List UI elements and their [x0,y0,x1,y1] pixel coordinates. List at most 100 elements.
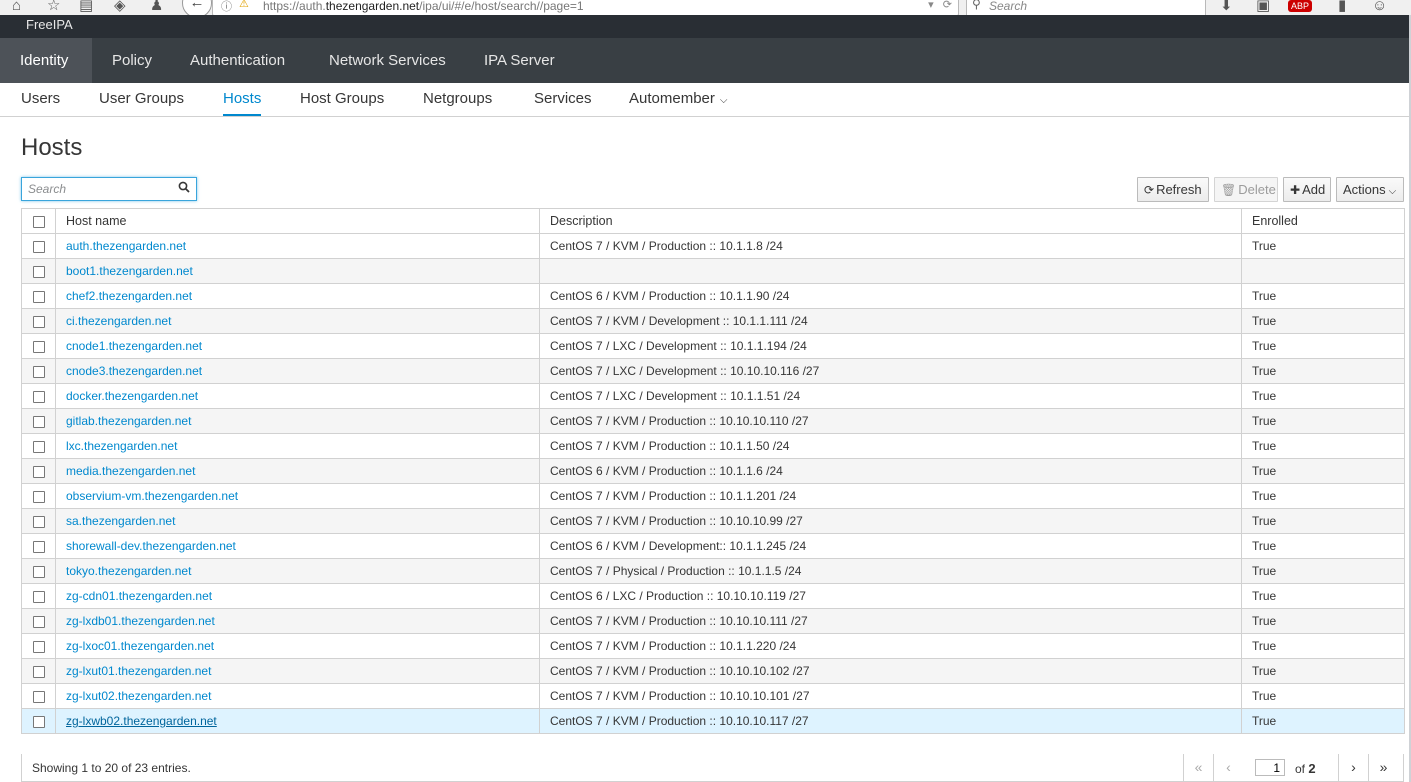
back-button[interactable]: ← [182,0,212,15]
table-row[interactable]: zg-lxut02.thezengarden.net CentOS 7 / KVM… [21,683,1405,709]
table-row[interactable]: ci.thezengarden.net CentOS 7 / KVM / Deve… [21,308,1405,334]
bookmark-star-icon[interactable]: ☆ [47,0,60,15]
row-checkbox[interactable] [32,540,45,553]
host-link[interactable]: boot1.thezengarden.net [66,264,193,278]
host-link[interactable]: tokyo.thezengarden.net [66,564,191,578]
download-icon[interactable]: ⬇ [1220,0,1233,15]
table-row[interactable]: shorewall-dev.thezengarden.net CentOS 6 /… [21,533,1405,559]
host-link[interactable]: lxc.thezengarden.net [66,439,177,453]
row-checkbox[interactable] [32,515,45,528]
tab-users[interactable]: Users [21,83,60,116]
host-link[interactable]: docker.thezengarden.net [66,389,198,403]
add-button[interactable]: ✚ Add [1283,177,1331,202]
table-row[interactable]: zg-lxdb01.thezengarden.net CentOS 7 / KVM… [21,608,1405,634]
reload-icon[interactable]: ▾ ⟳ [928,0,952,11]
table-row[interactable]: sa.thezengarden.net CentOS 7 / KVM / Prod… [21,508,1405,534]
account-icon[interactable]: ☺ [1372,0,1387,15]
tab-automember[interactable]: Automember ⌵ [629,83,727,116]
table-row[interactable]: zg-lxwb02.thezengarden.net CentOS 7 / KVM… [21,708,1405,734]
host-link[interactable]: cnode1.thezengarden.net [66,339,202,353]
tab-host-groups[interactable]: Host Groups [300,83,384,116]
row-checkbox[interactable] [32,715,45,728]
host-link[interactable]: zg-lxoc01.thezengarden.net [66,639,214,653]
adblock-icon[interactable]: ABP [1288,0,1313,12]
row-checkbox[interactable] [32,590,45,603]
extension-icon[interactable]: ♟ [150,0,163,15]
row-checkbox[interactable] [32,665,45,678]
select-all-checkbox[interactable] [32,215,45,228]
browser-search-bar[interactable]: ⚲ Search [966,0,1206,15]
warning-lock-icon[interactable]: ⚠ [239,0,249,10]
row-checkbox[interactable] [32,390,45,403]
primary-nav-identity[interactable]: Identity [0,38,92,83]
brand-logo[interactable]: FreeIPA [26,17,73,32]
row-checkbox[interactable] [32,240,45,253]
table-row[interactable]: tokyo.thezengarden.net CentOS 7 / Physica… [21,558,1405,584]
column-header-host-name[interactable]: Host name [55,208,540,234]
host-link[interactable]: zg-lxwb02.thezengarden.net [66,714,217,728]
column-header-enrolled[interactable]: Enrolled [1241,208,1405,234]
row-checkbox[interactable] [32,415,45,428]
page-number-input[interactable] [1255,759,1285,776]
table-row[interactable]: auth.thezengarden.net CentOS 7 / KVM / Pr… [21,233,1405,259]
table-row[interactable]: docker.thezengarden.net CentOS 7 / LXC / … [21,383,1405,409]
info-icon[interactable]: ⓘ [221,0,232,14]
row-checkbox[interactable] [32,290,45,303]
bookmark-icon[interactable]: ▮ [1338,0,1346,15]
host-link[interactable]: cnode3.thezengarden.net [66,364,202,378]
home-icon[interactable]: ⌂ [12,0,21,15]
table-row[interactable]: cnode1.thezengarden.net CentOS 7 / LXC / … [21,333,1405,359]
first-page-button[interactable]: « [1183,754,1213,782]
host-link[interactable]: media.thezengarden.net [66,464,195,478]
last-page-button[interactable]: » [1368,754,1398,782]
host-link[interactable]: auth.thezengarden.net [66,239,186,253]
actions-button[interactable]: Actions ⌵ [1336,177,1404,202]
prev-page-button[interactable]: ‹ [1213,754,1243,782]
row-checkbox[interactable] [32,465,45,478]
table-row[interactable]: lxc.thezengarden.net CentOS 7 / KVM / Pro… [21,433,1405,459]
host-link[interactable]: sa.thezengarden.net [66,514,175,528]
primary-nav-ipa-server[interactable]: IPA Server [464,38,575,83]
refresh-button[interactable]: ⟳ Refresh [1137,177,1209,202]
row-checkbox[interactable] [32,365,45,378]
row-checkbox[interactable] [32,340,45,353]
next-page-button[interactable]: › [1338,754,1368,782]
host-link[interactable]: shorewall-dev.thezengarden.net [66,539,236,553]
table-row[interactable]: gitlab.thezengarden.net CentOS 7 / KVM / … [21,408,1405,434]
table-row[interactable]: observium-vm.thezengarden.net CentOS 7 / … [21,483,1405,509]
host-link[interactable]: chef2.thezengarden.net [66,289,192,303]
host-link[interactable]: ci.thezengarden.net [66,314,171,328]
gplus-icon[interactable]: ▣ [1256,0,1270,15]
primary-nav-authentication[interactable]: Authentication [170,38,305,83]
delete-button[interactable]: 🗑 Delete [1214,177,1278,202]
table-row[interactable]: zg-cdn01.thezengarden.net CentOS 6 / LXC … [21,583,1405,609]
table-row[interactable]: zg-lxut01.thezengarden.net CentOS 7 / KVM… [21,658,1405,684]
primary-nav-network-services[interactable]: Network Services [309,38,466,83]
host-link[interactable]: gitlab.thezengarden.net [66,414,191,428]
host-link[interactable]: zg-cdn01.thezengarden.net [66,589,212,603]
table-row[interactable]: zg-lxoc01.thezengarden.net CentOS 7 / KVM… [21,633,1405,659]
primary-nav-policy[interactable]: Policy [92,38,172,83]
host-link[interactable]: zg-lxut02.thezengarden.net [66,689,211,703]
row-checkbox[interactable] [32,615,45,628]
tab-netgroups[interactable]: Netgroups [423,83,492,116]
pocket-icon[interactable]: ◈ [114,0,126,15]
host-link[interactable]: zg-lxdb01.thezengarden.net [66,614,215,628]
table-row[interactable]: chef2.thezengarden.net CentOS 6 / KVM / P… [21,283,1405,309]
host-link[interactable]: observium-vm.thezengarden.net [66,489,238,503]
search-icon[interactable] [178,181,190,196]
tab-hosts[interactable]: Hosts [223,83,262,116]
table-row[interactable]: media.thezengarden.net CentOS 6 / KVM / P… [21,458,1405,484]
tab-services[interactable]: Services [534,83,592,116]
url-bar[interactable]: ⓘ ⚠ https://auth.thezengarden.net/ipa/ui… [212,0,959,15]
row-checkbox[interactable] [32,640,45,653]
library-icon[interactable]: ▤ [79,0,93,15]
row-checkbox[interactable] [32,565,45,578]
host-link[interactable]: zg-lxut01.thezengarden.net [66,664,211,678]
table-row[interactable]: boot1.thezengarden.net [21,258,1405,284]
tab-user-groups[interactable]: User Groups [99,83,184,116]
row-checkbox[interactable] [32,315,45,328]
row-checkbox[interactable] [32,265,45,278]
row-checkbox[interactable] [32,690,45,703]
search-input[interactable] [26,181,170,197]
